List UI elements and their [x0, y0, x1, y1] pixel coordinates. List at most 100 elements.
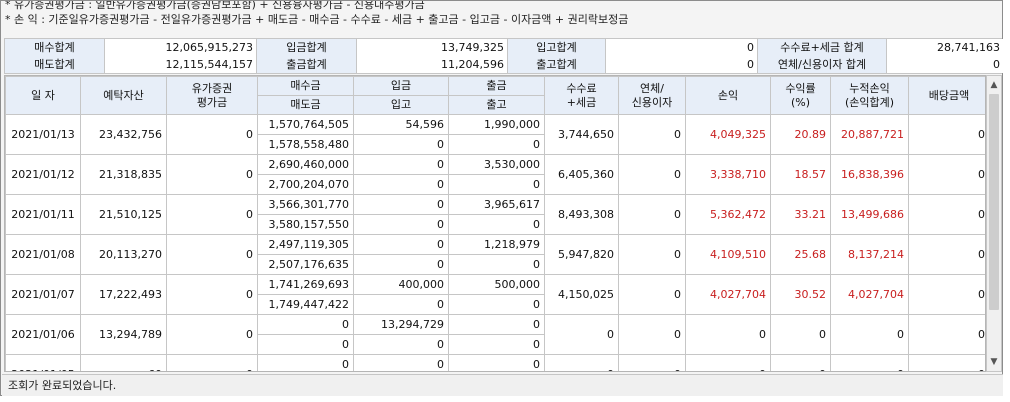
cell-rate: 18.57: [770, 154, 831, 195]
cell-in: 0: [353, 334, 449, 355]
cell-profit: 0: [685, 314, 771, 355]
history-table-body: 2021/01/13 23,432,756 0 1,570,764,505 54,596…: [5, 114, 985, 371]
cell-withdraw: 0: [448, 314, 545, 335]
cell-dividend: 0: [908, 314, 985, 355]
formula-notes: * 유가증권평가금 : 일반유가증권평가금(증권담보포함) + 신용융자평가금 …: [3, 1, 1001, 35]
cell-cumulative: 13,499,686: [830, 194, 909, 235]
cell-fee-tax: 6,405,360: [544, 154, 619, 195]
cell-sell: 1,578,558,480: [257, 134, 354, 155]
grid-vertical-scrollbar[interactable]: ▲ ▼: [986, 75, 1002, 372]
col-buy-header[interactable]: 매수금: [257, 76, 354, 96]
table-row[interactable]: 2021/01/08 20,113,270 0 2,497,119,305 0 1,218…: [5, 234, 985, 275]
col-in-header[interactable]: 입고: [353, 95, 449, 115]
cell-buy: 2,497,119,305: [257, 234, 354, 255]
cell-out: 0: [448, 334, 545, 355]
col-profit-header[interactable]: 손익: [685, 76, 771, 115]
col-deposit-header[interactable]: 입금: [353, 76, 449, 96]
cell-withdraw: 1,218,979: [448, 234, 545, 255]
cell-date: 2021/01/05: [5, 354, 81, 371]
cell-interest: 0: [618, 314, 686, 355]
summary-row-1: 매수합계 12,065,915,273 입금합계 13,749,325 입고합계…: [4, 38, 1003, 56]
cell-deposit: 0: [353, 194, 449, 215]
col-deposit-asset-header[interactable]: 예탁자산: [80, 76, 167, 115]
cell-securities-eval: 0: [166, 354, 258, 371]
cell-rate: 0: [770, 354, 831, 371]
interest-total-label: 연체/신용이자 합계: [757, 56, 887, 73]
table-row[interactable]: 2021/01/06 13,294,789 0 0 13,294,729 0 0 0 0 0 0 0: [5, 314, 985, 355]
cell-withdraw: 3,965,617: [448, 194, 545, 215]
col-cumulative-header[interactable]: 누적손익 (손익합계): [830, 76, 909, 115]
cell-deposit: 54,596: [353, 114, 449, 135]
col-fee-tax-header[interactable]: 수수료 +세금: [544, 76, 619, 115]
note-securities-eval: * 유가증권평가금 : 일반유가증권평가금(증권담보포함) + 신용융자평가금 …: [5, 1, 425, 11]
cell-buy: 2,690,460,000: [257, 154, 354, 175]
cell-profit: 4,109,510: [685, 234, 771, 275]
cell-sell: 2,700,204,070: [257, 174, 354, 195]
cell-interest: 0: [618, 234, 686, 275]
cell-in: 0: [353, 134, 449, 155]
cell-in: 0: [353, 254, 449, 275]
cell-deposit-asset: 23,432,756: [80, 114, 167, 155]
cell-date: 2021/01/13: [5, 114, 81, 155]
cell-fee-tax: 5,947,820: [544, 234, 619, 275]
deposit-total-value: 13,749,325: [357, 39, 507, 56]
scroll-down-icon[interactable]: ▼: [987, 354, 1001, 370]
cell-securities-eval: 0: [166, 194, 258, 235]
cell-interest: 0: [618, 354, 686, 371]
cell-rate: 33.21: [770, 194, 831, 235]
cell-in: 0: [353, 174, 449, 195]
cell-dividend: 0: [908, 154, 985, 195]
cell-date: 2021/01/08: [5, 234, 81, 275]
interest-total-value: 0: [887, 56, 1003, 73]
cell-in: 0: [353, 214, 449, 235]
cell-deposit-asset: 60: [80, 354, 167, 371]
cell-deposit: 13,294,729: [353, 314, 449, 335]
col-date-header[interactable]: 일 자: [5, 76, 81, 115]
cell-profit: 4,027,704: [685, 274, 771, 315]
cell-deposit-asset: 20,113,270: [80, 234, 167, 275]
fee-tax-total-value: 28,741,163: [887, 39, 1003, 56]
cell-dividend: 0: [908, 354, 985, 371]
cell-securities-eval: 0: [166, 114, 258, 155]
col-dividend-header[interactable]: 배당금액: [908, 76, 985, 115]
deposit-total-label: 입금합계: [256, 39, 357, 56]
summary-row-2: 매도합계 12,115,544,157 출금합계 11,204,596 출고합계…: [4, 56, 1003, 74]
cell-deposit: 0: [353, 354, 449, 371]
cell-dividend: 0: [908, 234, 985, 275]
col-sell-header[interactable]: 매도금: [257, 95, 354, 115]
col-interest-header[interactable]: 연체/ 신용이자: [618, 76, 686, 115]
cell-interest: 0: [618, 194, 686, 235]
table-row[interactable]: 2021/01/07 17,222,493 0 1,741,269,693 400,00…: [5, 274, 985, 315]
scroll-thumb[interactable]: [989, 94, 999, 310]
cell-cumulative: 0: [830, 314, 909, 355]
cell-out: 0: [448, 134, 545, 155]
table-row[interactable]: 2021/01/05600000000000: [5, 354, 985, 371]
table-row[interactable]: 2021/01/12 21,318,835 0 2,690,460,000 0 3,530…: [5, 154, 985, 195]
cell-dividend: 0: [908, 114, 985, 155]
in-total-value: 0: [606, 39, 757, 56]
cell-fee-tax: 8,493,308: [544, 194, 619, 235]
col-out-header[interactable]: 출고: [448, 95, 545, 115]
col-rate-header[interactable]: 수익률 (%): [770, 76, 831, 115]
cell-out: 0: [448, 214, 545, 235]
col-securities-eval-header[interactable]: 유가증권 평가금: [166, 76, 258, 115]
cell-fee-tax: 0: [544, 354, 619, 371]
cell-buy: 0: [257, 354, 354, 371]
cell-profit: 5,362,472: [685, 194, 771, 235]
cell-dividend: 0: [908, 194, 985, 235]
scroll-up-icon[interactable]: ▲: [987, 77, 1001, 93]
cell-buy: 1,741,269,693: [257, 274, 354, 295]
cell-buy: 3,566,301,770: [257, 194, 354, 215]
cell-cumulative: 16,838,396: [830, 154, 909, 195]
cell-profit: 3,338,710: [685, 154, 771, 195]
daily-history-grid[interactable]: 일 자 예탁자산 유가증권 평가금 매수금 입금 출금 수수료 +세금 연체/ …: [4, 75, 986, 372]
cell-deposit-asset: 13,294,789: [80, 314, 167, 355]
table-row[interactable]: 2021/01/11 21,510,125 0 3,566,301,770 0 3,965…: [5, 194, 985, 235]
cell-sell: 2,507,176,635: [257, 254, 354, 275]
cell-fee-tax: 0: [544, 314, 619, 355]
table-row[interactable]: 2021/01/13 23,432,756 0 1,570,764,505 54,596…: [5, 114, 985, 155]
buy-total-value: 12,065,915,273: [105, 39, 256, 56]
col-withdraw-header[interactable]: 출금: [448, 76, 545, 96]
cell-securities-eval: 0: [166, 154, 258, 195]
cell-out: 0: [448, 174, 545, 195]
